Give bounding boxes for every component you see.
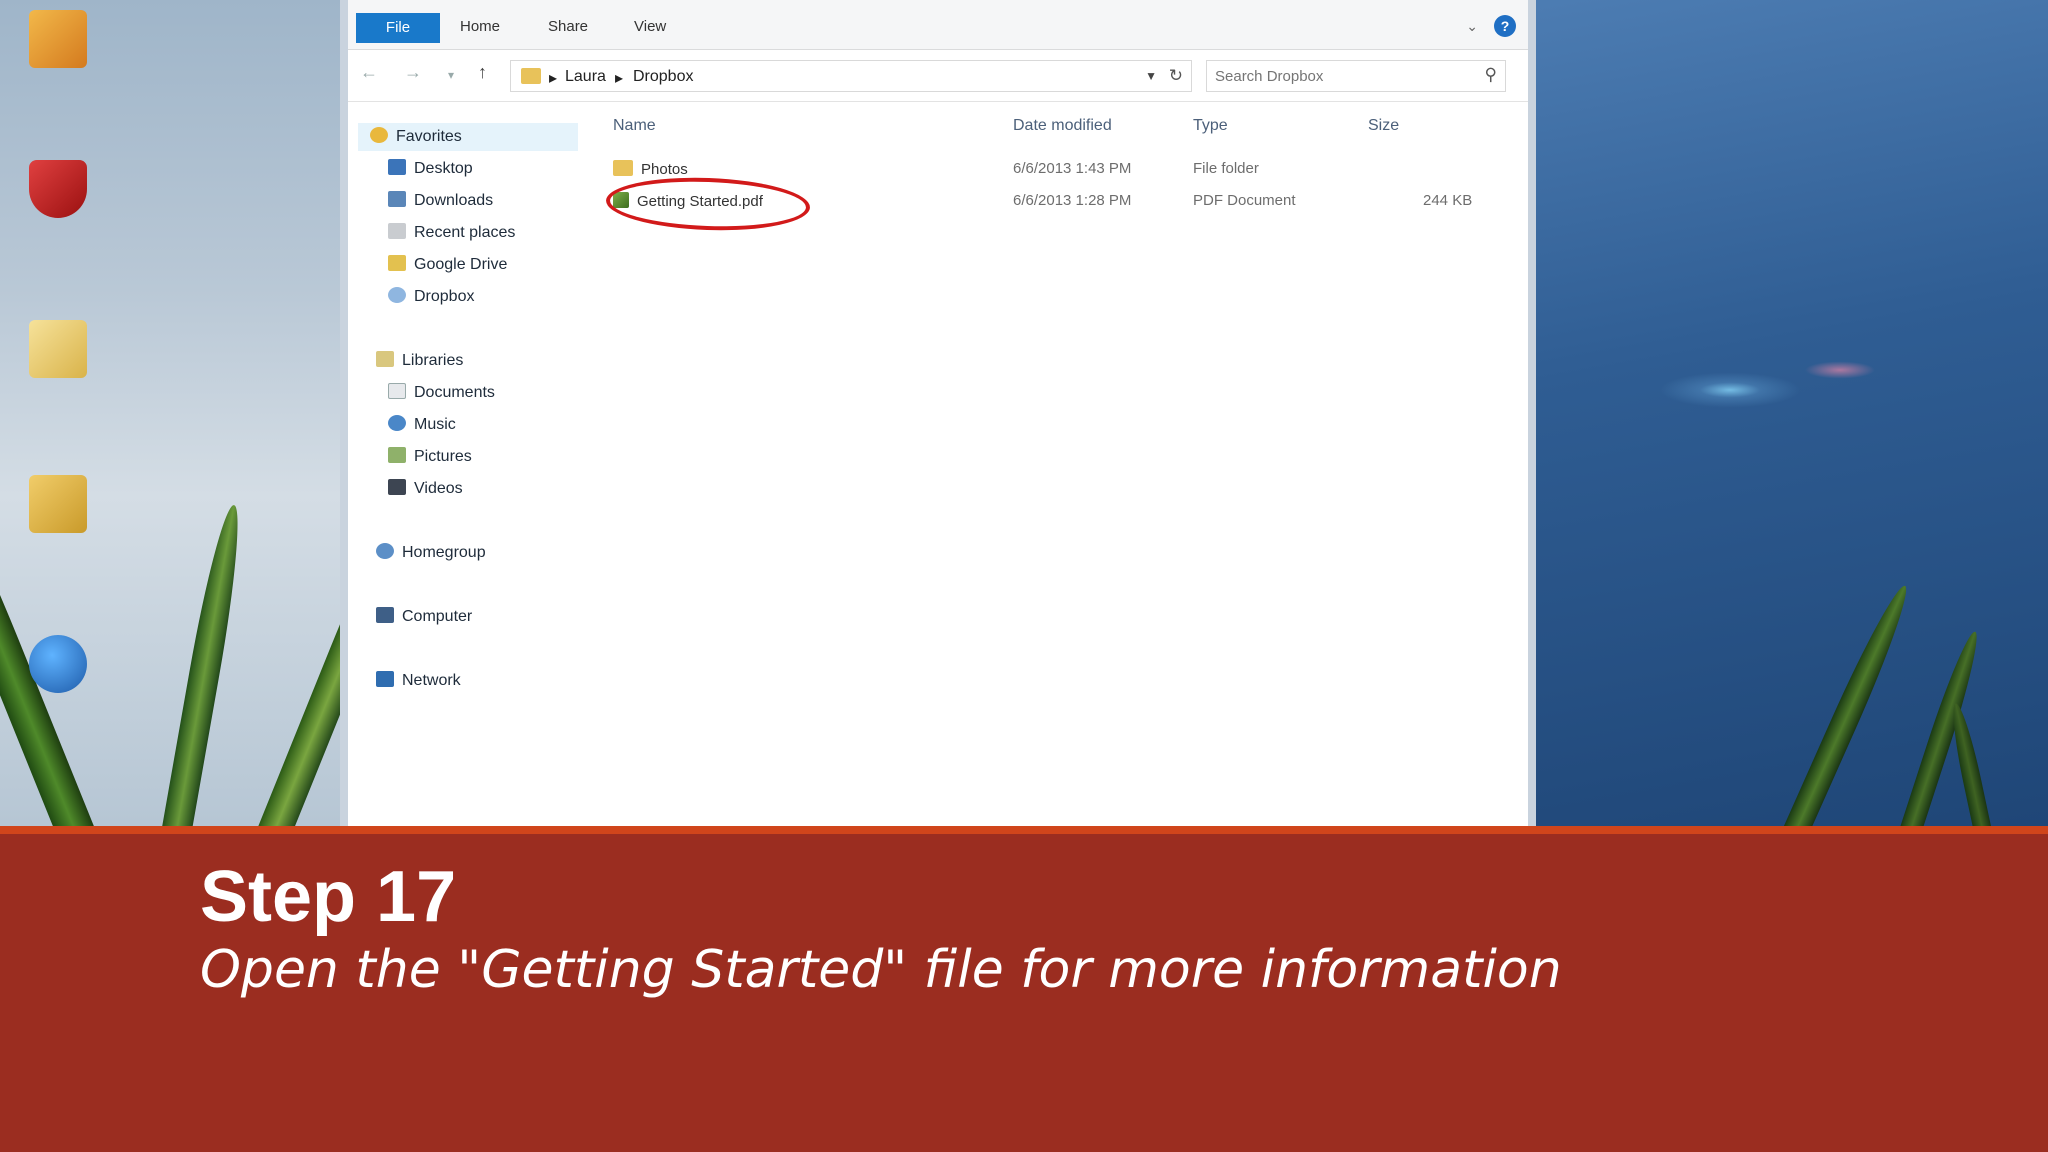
dropbox-icon: [388, 287, 406, 303]
pictures-icon: [388, 447, 406, 463]
search-icon[interactable]: ⚲: [1485, 65, 1497, 85]
expand-ribbon-icon[interactable]: ⌄: [1466, 18, 1478, 35]
navigation-bar: ← → ▾ ↑ ▸ Laura ▸ Dropbox ▼ ↻ ⚲: [348, 50, 1528, 102]
help-icon[interactable]: ?: [1494, 15, 1516, 37]
nav-label: Network: [402, 672, 461, 689]
nav-item-documents[interactable]: Documents: [388, 383, 495, 402]
address-dropdown-icon[interactable]: ▼: [1145, 69, 1157, 83]
breadcrumb-separator[interactable]: ▸: [549, 68, 557, 88]
recent-locations-icon[interactable]: ▾: [448, 68, 454, 82]
back-arrow-icon[interactable]: ←: [360, 62, 378, 83]
downloads-icon: [388, 191, 406, 207]
nav-item-dropbox[interactable]: Dropbox: [388, 287, 474, 306]
network-icon: [376, 671, 394, 687]
file-type: PDF Document: [1193, 192, 1296, 209]
nav-label: Google Drive: [414, 256, 508, 273]
documents-icon: [388, 383, 406, 399]
grass-blade: [1771, 580, 1917, 826]
desktop-icon: [388, 159, 406, 175]
nav-label: Downloads: [414, 192, 494, 209]
recent-places-icon: [388, 223, 406, 239]
ribbon: File Home Share View ⌄ ?: [348, 0, 1528, 50]
videos-icon: [388, 479, 406, 495]
desktop-icon-label: [18, 222, 98, 236]
nav-item-downloads[interactable]: Downloads: [388, 191, 493, 210]
step-title: Step 17: [200, 857, 457, 937]
nav-label: Pictures: [414, 448, 472, 465]
nav-label: Favorites: [396, 128, 462, 145]
google-drive-icon: [388, 255, 406, 271]
file-date: 6/6/2013 1:43 PM: [1013, 160, 1132, 177]
nav-favorites[interactable]: Favorites: [358, 123, 578, 151]
file-name-cell: Photos: [613, 160, 688, 178]
nav-computer[interactable]: Computer: [376, 607, 472, 626]
search-input[interactable]: [1215, 66, 1455, 86]
column-header-name[interactable]: Name: [613, 117, 656, 135]
desktop-icon-label: [18, 537, 98, 551]
desktop-icon-label: [18, 382, 98, 396]
step-description: Open the "Getting Started" file for more…: [200, 940, 1562, 1000]
homegroup-icon: [376, 543, 394, 559]
nav-label: Documents: [414, 384, 495, 401]
tab-view[interactable]: View: [634, 18, 666, 35]
desktop-icon-user-folder[interactable]: [18, 320, 98, 396]
nav-label: Desktop: [414, 160, 473, 177]
nav-label: Homegroup: [402, 544, 486, 561]
google-drive-folder-icon: [29, 475, 87, 533]
user-folder-icon: [29, 320, 87, 378]
nav-item-desktop[interactable]: Desktop: [388, 159, 473, 178]
nav-network[interactable]: Network: [376, 671, 461, 690]
desktop-icon-label: [18, 72, 98, 86]
nav-label: Videos: [414, 480, 463, 497]
desktop-icon-mcafee[interactable]: [18, 160, 98, 236]
nav-label: Dropbox: [414, 288, 475, 305]
tab-share[interactable]: Share: [548, 18, 588, 35]
globe-icon: [29, 635, 87, 693]
nav-label: Recent places: [414, 224, 516, 241]
star-icon: [370, 127, 388, 143]
breadcrumb-laura[interactable]: Laura: [565, 68, 606, 86]
desktop-icon-google-drive[interactable]: [18, 475, 98, 551]
column-header-date-modified[interactable]: Date modified: [1013, 117, 1112, 135]
nav-item-music[interactable]: Music: [388, 415, 456, 434]
tab-home[interactable]: Home: [460, 18, 500, 35]
office-icon: [29, 10, 87, 68]
column-header-type[interactable]: Type: [1193, 117, 1228, 135]
file-type: File folder: [1193, 160, 1259, 177]
forward-arrow-icon[interactable]: →: [404, 62, 422, 83]
grass-blade: [1946, 701, 1998, 826]
desktop-icon-globe[interactable]: [18, 635, 98, 711]
search-box[interactable]: ⚲: [1206, 60, 1506, 92]
caption-banner: Step 17 Open the "Getting Started" file …: [0, 826, 2048, 1152]
nav-label: Libraries: [402, 352, 464, 369]
address-bar[interactable]: ▸ Laura ▸ Dropbox ▼ ↻: [510, 60, 1192, 92]
file-date: 6/6/2013 1:28 PM: [1013, 192, 1132, 209]
nav-item-google-drive[interactable]: Google Drive: [388, 255, 507, 274]
breadcrumb-separator[interactable]: ▸: [615, 68, 623, 88]
tab-file[interactable]: File: [356, 13, 440, 43]
file-explorer-window: File Home Share View ⌄ ? ← → ▾ ↑ ▸ Laura…: [340, 0, 1536, 826]
navigation-pane: Favorites Desktop Downloads Recent place…: [348, 103, 593, 826]
up-arrow-icon[interactable]: ↑: [478, 62, 487, 83]
computer-icon: [376, 607, 394, 623]
file-size: 244 KB: [1423, 192, 1473, 209]
column-header-size[interactable]: Size: [1368, 117, 1399, 135]
nav-libraries[interactable]: Libraries: [376, 351, 463, 370]
music-icon: [388, 415, 406, 431]
folder-icon: [613, 160, 633, 176]
refresh-icon[interactable]: ↻: [1169, 66, 1183, 86]
nav-item-videos[interactable]: Videos: [388, 479, 463, 498]
file-name: Photos: [641, 161, 688, 178]
desktop-icon-office[interactable]: [18, 10, 98, 86]
folder-icon: [521, 68, 541, 84]
nav-label: Computer: [402, 608, 473, 625]
desktop-icon-label: [18, 697, 98, 711]
nav-item-recent-places[interactable]: Recent places: [388, 223, 515, 242]
nav-label: Music: [414, 416, 456, 433]
libraries-icon: [376, 351, 394, 367]
nav-homegroup[interactable]: Homegroup: [376, 543, 486, 562]
mcafee-icon: [29, 160, 87, 218]
nav-item-pictures[interactable]: Pictures: [388, 447, 472, 466]
breadcrumb-dropbox[interactable]: Dropbox: [633, 68, 693, 86]
